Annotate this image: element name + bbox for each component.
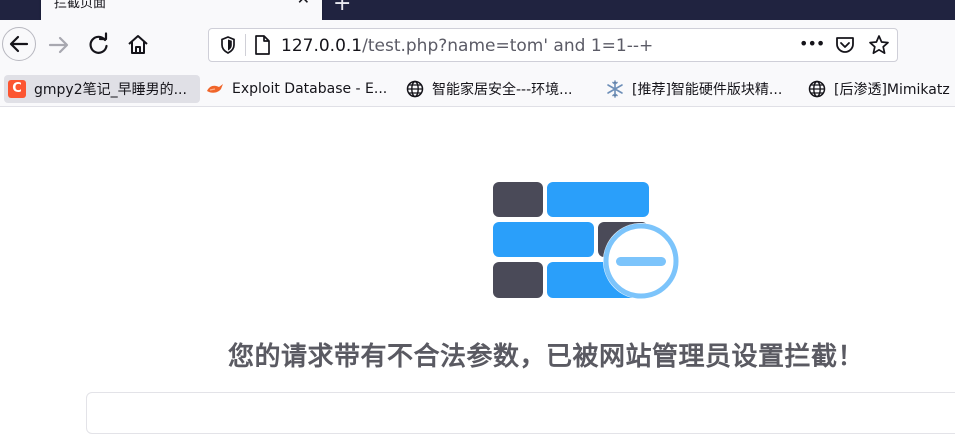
tracking-shield-icon[interactable] (218, 35, 238, 55)
tab-strip: 拦截页面 ✕ + (0, 0, 955, 20)
brick (547, 182, 649, 217)
url-separator (245, 34, 246, 56)
navigation-toolbar: 127.0.0.1/test.php?name=tom' and 1=1--+ … (0, 20, 955, 72)
home-icon (128, 35, 148, 54)
url-path: /test.php?name=tom' and 1=1--+ (362, 36, 654, 56)
url-host: 127.0.0.1 (281, 36, 363, 56)
tab-title: 拦截页面 (54, 0, 107, 11)
new-tab-button[interactable]: + (333, 0, 351, 15)
back-button[interactable] (2, 27, 36, 61)
back-arrow-icon (9, 35, 29, 53)
url-bar[interactable]: 127.0.0.1/test.php?name=tom' and 1=1--+ … (208, 28, 898, 62)
block-minus-icon (603, 223, 679, 299)
forward-button[interactable] (46, 32, 72, 62)
csdn-icon: C (8, 80, 26, 98)
firewall-block-illustration (493, 182, 679, 299)
block-message-headline: 您的请求带有不合法参数，已被网站管理员设置拦截！ (228, 342, 865, 372)
details-card (86, 392, 955, 434)
bookmark-label: 智能家居安全---环境... (432, 82, 573, 98)
home-button[interactable] (125, 32, 151, 62)
bookmark-label: gmpy2笔记_早睡男的... (34, 82, 187, 98)
active-tab[interactable]: 拦截页面 ✕ (41, 0, 322, 20)
bookmark-item-gmpy2[interactable]: C gmpy2笔记_早睡男的... (4, 75, 200, 103)
page-actions-menu-icon[interactable]: ••• (799, 34, 825, 53)
bookmark-label: Exploit Database - E... (232, 81, 388, 97)
bookmark-item-smart-home[interactable]: 智能家居安全---环境... (406, 75, 573, 103)
bookmark-item-mimikatz[interactable]: [后渗透]Mimikatz (808, 75, 950, 103)
tab-close-icon[interactable]: ✕ (297, 0, 310, 7)
pocket-icon[interactable] (834, 34, 856, 56)
url-text[interactable]: 127.0.0.1/test.php?name=tom' and 1=1--+ (281, 36, 653, 56)
globe-icon (808, 80, 826, 98)
globe-icon (406, 80, 424, 98)
page-info-icon[interactable] (252, 34, 272, 56)
brick (493, 222, 594, 257)
bookmark-item-smart-hardware[interactable]: [推荐]智能硬件版块精... (606, 75, 782, 103)
reload-icon (89, 32, 108, 54)
brick (493, 182, 543, 217)
bookmark-label: [推荐]智能硬件版块精... (632, 82, 783, 98)
bookmark-label: [后渗透]Mimikatz (834, 82, 950, 98)
snowflake-icon (607, 80, 623, 98)
bookmarks-toolbar: C gmpy2笔记_早睡男的... Exploit Database - E..… (0, 72, 955, 107)
forward-arrow-icon (48, 36, 69, 54)
exploit-db-icon (207, 84, 223, 93)
brick (493, 262, 543, 298)
bookmark-item-exploit-db[interactable]: Exploit Database - E... (206, 75, 387, 103)
reload-button[interactable] (86, 32, 112, 62)
bookmark-star-icon[interactable] (868, 34, 890, 56)
